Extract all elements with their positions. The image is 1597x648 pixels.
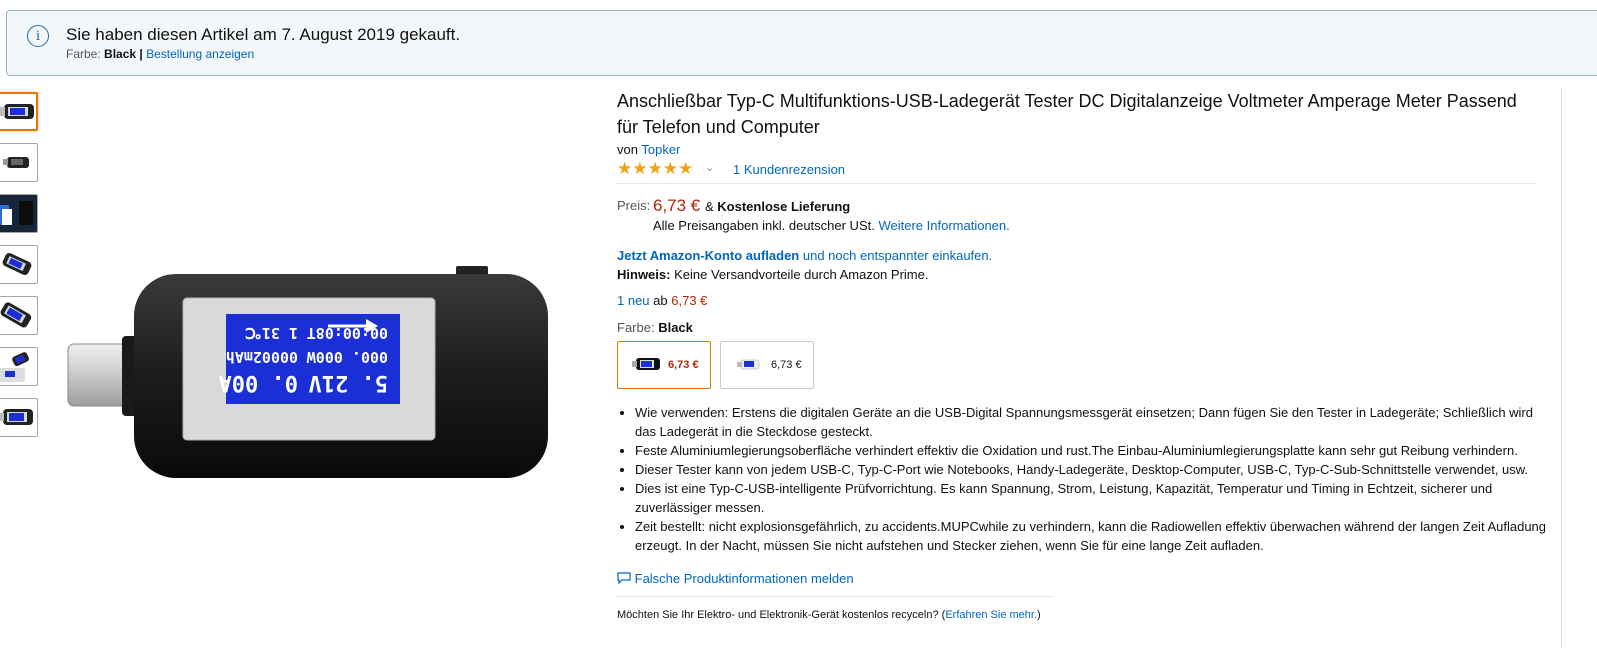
rating-row: ★★★★★ ⌄ 1 Kundenrezension — [617, 160, 1537, 179]
price-value: 6,73 € — [653, 196, 701, 215]
price-label: Preis: — [617, 198, 651, 213]
recycle-note: Möchten Sie Ihr Elektro- und Elektronik-… — [617, 609, 1537, 621]
amazon-topup-link[interactable]: Jetzt Amazon-Konto aufladen — [617, 248, 799, 263]
color-value: Black — [658, 320, 693, 335]
swatch-white-price: 6,73 € — [771, 359, 802, 371]
feature-bullet: Dieser Tester kann von jedem USB-C, Typ-… — [635, 460, 1555, 479]
thumbnail-3[interactable] — [0, 194, 38, 233]
thumbnail-1[interactable] — [0, 92, 38, 131]
recycle-close: ) — [1037, 609, 1041, 621]
screen-current: 0. 00A — [219, 370, 298, 395]
color-swatches: 6,73 € 6,73 € — [617, 341, 1537, 389]
star-rating-icon[interactable]: ★★★★★ — [617, 160, 693, 177]
screen-voltage: 5. 21V — [309, 370, 388, 395]
column-divider — [1561, 88, 1562, 648]
chevron-down-icon[interactable]: ⌄ — [705, 161, 714, 174]
feature-bullet: Zeit bestellt: nicht explosionsgefährlic… — [635, 517, 1555, 555]
swatch-black-price: 6,73 € — [668, 359, 699, 371]
price-block: Preis: 6,73 € & Kostenlose Lieferung All… — [617, 196, 1537, 236]
usb-tester-illustration: 5. 21V 0. 00A 000. 000W 00002mAh 00:00:0… — [67, 266, 548, 478]
color-label: Farbe: Black — [617, 320, 1537, 335]
notice-color-label: Farbe: — [66, 47, 101, 61]
swatch-white-image — [735, 356, 765, 375]
screen-temp: 1 31℃ — [245, 324, 298, 342]
byline-label: von — [617, 142, 638, 157]
byline: von Topker — [617, 142, 1537, 157]
tax-text: Alle Preisangaben inkl. deutscher USt. — [653, 218, 875, 233]
purchase-notice: i Sie haben diesen Artikel am 7. August … — [6, 10, 1597, 76]
reviews-link[interactable]: 1 Kundenrezension — [733, 162, 845, 177]
promo-block: Jetzt Amazon-Konto aufladen und noch ent… — [617, 246, 1537, 284]
main-product-image[interactable]: 5. 21V 0. 00A 000. 000W 00002mAh 00:00:0… — [66, 262, 556, 486]
shipping-label: Kostenlose Lieferung — [717, 199, 851, 214]
feature-bullet: Dies ist eine Typ-C-USB-intelligente Prü… — [635, 479, 1555, 517]
notice-title: Sie haben diesen Artikel am 7. August 20… — [66, 25, 461, 44]
feature-bullets: Wie verwenden: Erstens die digitalen Ger… — [617, 403, 1555, 555]
tax-note: Alle Preisangaben inkl. deutscher USt. W… — [653, 218, 1010, 233]
thumbnail-7[interactable] — [0, 398, 38, 437]
divider — [617, 183, 1537, 184]
report-link-text[interactable]: Falsche Produktinformationen melden — [635, 571, 854, 586]
swatch-white[interactable]: 6,73 € — [720, 341, 814, 389]
thumbnail-2[interactable] — [0, 143, 38, 182]
info-icon: i — [27, 25, 49, 47]
offers-from: ab — [653, 293, 668, 308]
amp: & — [705, 199, 714, 214]
view-order-link[interactable]: Bestellung anzeigen — [146, 47, 254, 61]
recycle-text: Möchten Sie Ihr Elektro- und Elektronik-… — [617, 609, 946, 621]
report-link[interactable]: Falsche Produktinformationen melden — [617, 571, 854, 586]
screen-power: 000. 000W — [306, 348, 388, 366]
thumbnail-4[interactable] — [0, 245, 38, 284]
hint-label: Hinweis: — [617, 267, 671, 282]
feature-bullet: Feste Aluminiumlegierungsoberfläche verh… — [635, 441, 1555, 460]
screen-capacity: 00002mAh — [226, 348, 298, 366]
brand-link[interactable]: Topker — [641, 142, 680, 157]
shipping-info: & Kostenlose Lieferung — [705, 199, 850, 214]
thumbnail-6[interactable] — [0, 347, 38, 386]
recycle-learn-more-link[interactable]: Erfahren Sie mehr. — [945, 609, 1037, 621]
thumbnail-5[interactable] — [0, 296, 38, 335]
notice-subline: Farbe: Black | Bestellung anzeigen — [66, 47, 254, 61]
swatch-black[interactable]: 6,73 € — [617, 341, 711, 389]
new-offers-link[interactable]: 1 neu — [617, 293, 650, 308]
offers-row: 1 neu ab 6,73 € — [617, 293, 1537, 308]
product-title: Anschließbar Typ-C Multifunktions-USB-La… — [617, 91, 1517, 137]
feature-bullet: Wie verwenden: Erstens die digitalen Ger… — [635, 403, 1555, 441]
product-details: Anschließbar Typ-C Multifunktions-USB-La… — [617, 88, 1546, 621]
notice-color-value: Black — [104, 47, 137, 61]
color-label-text: Farbe: — [617, 320, 655, 335]
notice-separator: | — [139, 47, 143, 61]
promo-rest-link[interactable]: und noch entspannter einkaufen. — [803, 248, 992, 263]
report-row: Falsche Produktinformationen melden — [617, 571, 1054, 597]
speech-bubble-icon — [617, 572, 631, 585]
offers-price: 6,73 € — [671, 293, 708, 308]
hint-text: Keine Versandvorteile durch Amazon Prime… — [674, 267, 929, 282]
swatch-black-image — [632, 356, 662, 375]
tax-info-link[interactable]: Weitere Informationen. — [878, 218, 1009, 233]
